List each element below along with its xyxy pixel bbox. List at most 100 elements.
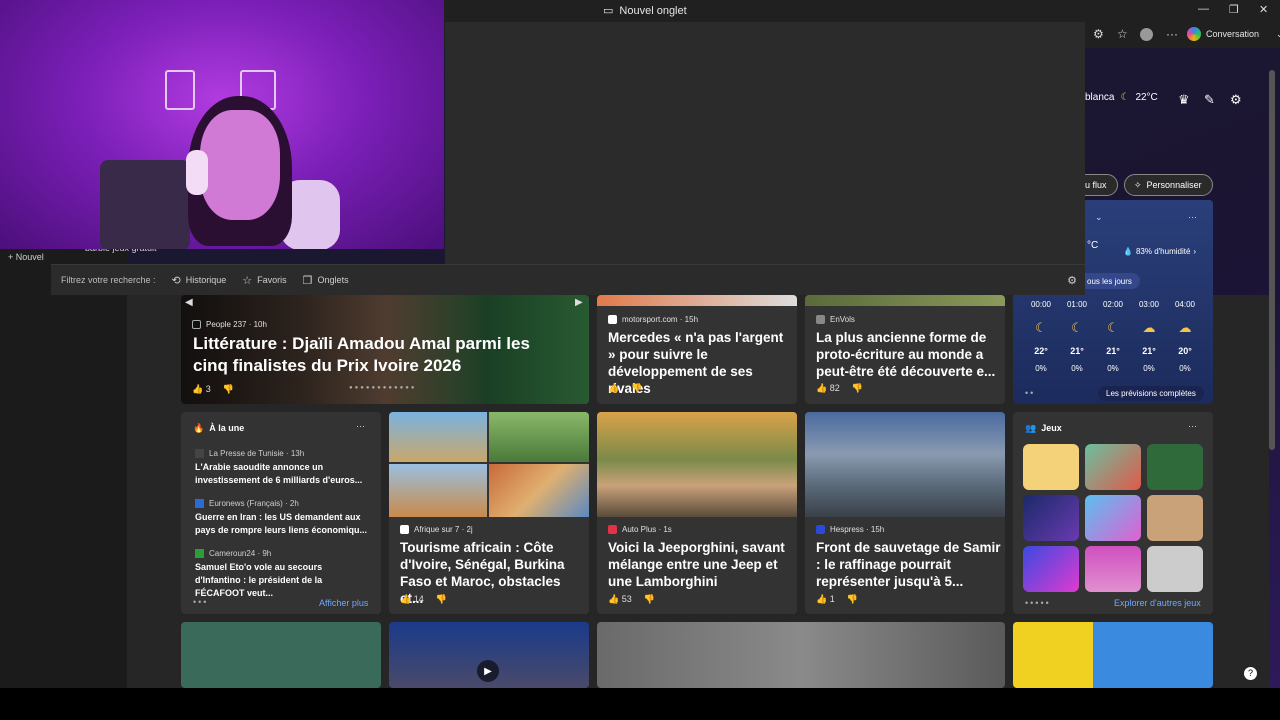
page-scrollbar[interactable] <box>1269 70 1275 450</box>
like-count: 53 <box>621 594 632 604</box>
dislike-icon[interactable]: 👎 <box>852 383 863 394</box>
card-title[interactable]: Front de sauvetage de Samir : le raffina… <box>816 539 1001 590</box>
source-logo-icon <box>400 525 409 534</box>
news-card[interactable]: Hespress · 15h Front de sauvetage de Sam… <box>805 412 1005 614</box>
filter-tabs-label: Onglets <box>317 275 349 285</box>
list-item[interactable]: Cameroun24 · 9h Samuel Eto'o vole au sec… <box>195 549 370 600</box>
news-card[interactable] <box>181 622 381 688</box>
chevron-down-icon[interactable]: ⌄ <box>1095 212 1103 223</box>
like-button[interactable]: 👍 1 <box>816 594 835 605</box>
dislike-icon[interactable]: 👎 <box>223 384 234 395</box>
card-source: EnVols <box>816 315 855 324</box>
daily-tab-label: ous les jours <box>1087 276 1132 286</box>
conversation-label: Conversation <box>1206 29 1260 39</box>
news-card[interactable]: motorsport.com · 15h Mercedes « n'a pas … <box>597 295 797 404</box>
next-arrow-icon[interactable]: ▶ <box>575 297 583 308</box>
game-tile[interactable] <box>1085 444 1141 490</box>
settings-icon[interactable]: ⚙ <box>1230 92 1242 108</box>
rain-chance: 0% <box>1179 364 1191 373</box>
weather-header[interactable]: blanca ☾ 22°C <box>1085 92 1158 103</box>
chevron-right-icon: › <box>1193 247 1197 256</box>
hero-card[interactable]: ◀ ▶ People 237 · 10h Littérature : Djaïl… <box>181 295 589 404</box>
hour-temp: 21° <box>1142 346 1156 356</box>
like-icon[interactable]: 👍 <box>608 383 619 394</box>
source-logo-icon <box>195 499 204 508</box>
news-card[interactable]: Auto Plus · 1s Voici la Jeeporghini, sav… <box>597 412 797 614</box>
extensions-icon[interactable]: ⚙ <box>1093 27 1104 41</box>
like-button[interactable]: 👍 3 <box>192 384 211 395</box>
more-options-icon[interactable]: ··· <box>356 421 365 431</box>
news-card[interactable]: Afrique sur 7 · 2j Tourisme africain : C… <box>389 412 589 614</box>
restore-icon[interactable]: ❐ <box>1229 3 1239 16</box>
filter-favorites[interactable]: ☆ Favoris <box>242 274 286 287</box>
full-forecast-link[interactable]: Les prévisions complètes <box>1098 386 1204 401</box>
like-button[interactable]: 👍 14 <box>400 594 424 605</box>
new-tab-item[interactable]: + Nouvel <box>8 252 44 262</box>
game-tile[interactable] <box>1147 495 1203 541</box>
news-card[interactable] <box>597 622 1005 688</box>
hero-source-label: People 237 · 10h <box>206 320 267 329</box>
source-logo-icon <box>195 449 204 458</box>
dislike-icon[interactable]: 👎 <box>436 594 447 605</box>
help-icon[interactable]: ? <box>1244 667 1257 680</box>
explore-games-link[interactable]: Explorer d'autres jeux <box>1114 598 1201 608</box>
dislike-icon[interactable]: 👎 <box>847 594 858 605</box>
list-item[interactable]: Euronews (Français) · 2h Guerre en Iran … <box>195 499 370 537</box>
hour-label: 03:00 <box>1138 300 1160 309</box>
droplet-icon: 💧 <box>1123 247 1133 256</box>
filter-tabs[interactable]: ❐ Onglets <box>303 274 349 287</box>
top-stories-title: À la une <box>209 423 245 433</box>
game-tile[interactable] <box>1023 546 1079 592</box>
game-tile[interactable] <box>1085 546 1141 592</box>
like-count: 1 <box>829 594 835 604</box>
card-image <box>597 412 797 517</box>
carousel-dots[interactable]: ●●●●●●●●●●●● <box>349 385 417 391</box>
weather-more-icon[interactable]: ··· <box>1188 212 1197 222</box>
humidity[interactable]: 💧 83% d'humidité › <box>1123 247 1196 256</box>
more-icon[interactable]: ··· <box>1166 27 1178 41</box>
dislike-icon[interactable]: 👎 <box>644 594 655 605</box>
card-title[interactable]: Voici la Jeeporghini, savant mélange ent… <box>608 539 793 590</box>
game-tile[interactable] <box>1147 444 1203 490</box>
game-tile[interactable] <box>1023 495 1079 541</box>
pager-dots[interactable]: •• <box>1025 388 1035 398</box>
card-title[interactable]: La plus ancienne forme de proto-écriture… <box>816 329 1001 380</box>
source-logo-icon <box>192 320 201 329</box>
daily-tab[interactable]: ous les jours <box>1079 273 1140 289</box>
hero-actions: 👍 3 👎 <box>192 384 234 395</box>
star-icon: ✧ <box>1134 179 1142 190</box>
list-item-source-label: Cameroun24 · 9h <box>209 549 272 558</box>
like-button[interactable]: 👍 53 <box>608 594 632 605</box>
settings-icon[interactable]: ⚙ <box>1067 274 1077 287</box>
like-button[interactable]: 👍 82 <box>816 383 840 394</box>
more-options-icon[interactable]: ··· <box>1188 421 1197 431</box>
hero-source: People 237 · 10h <box>192 320 267 329</box>
news-card[interactable] <box>1013 622 1213 688</box>
card-source: Auto Plus · 1s <box>608 525 672 534</box>
list-item[interactable]: La Presse de Tunisie · 13h L'Arabie saou… <box>195 449 370 487</box>
copilot-conversation-button[interactable]: Conversation ⌄ <box>1187 27 1280 41</box>
play-icon[interactable]: ▶ <box>477 660 499 682</box>
edit-icon[interactable]: ✎ <box>1204 92 1215 108</box>
game-tile[interactable] <box>1147 546 1203 592</box>
rewards-icon[interactable]: ♛ <box>1178 92 1190 108</box>
news-card[interactable]: EnVols La plus ancienne forme de proto-é… <box>805 295 1005 404</box>
source-logo-icon <box>816 315 825 324</box>
minimize-icon[interactable]: — <box>1198 3 1209 15</box>
games-card: 👥 Jeux ··· ••••• Explorer d'autres jeux <box>1013 412 1213 614</box>
favorites-icon[interactable]: ☆ <box>1117 27 1128 41</box>
like-count: 82 <box>829 383 840 393</box>
game-tile[interactable] <box>1085 495 1141 541</box>
filter-history[interactable]: ⟲ Historique <box>172 274 227 287</box>
card-source-label: Auto Plus · 1s <box>622 525 672 534</box>
dislike-icon[interactable]: 👎 <box>631 383 642 394</box>
rain-chance: 0% <box>1071 364 1083 373</box>
close-icon[interactable]: ✕ <box>1259 3 1268 16</box>
profile-avatar[interactable] <box>1140 28 1153 41</box>
personalize-button[interactable]: ✧ Personnaliser <box>1124 174 1213 196</box>
video-card[interactable]: ▶ <box>389 622 589 688</box>
prev-arrow-icon[interactable]: ◀ <box>185 297 193 308</box>
hero-title[interactable]: Littérature : Djaïli Amadou Amal parmi l… <box>193 333 553 377</box>
game-tile[interactable] <box>1023 444 1079 490</box>
pager-dots[interactable]: ••••• <box>1025 598 1051 608</box>
